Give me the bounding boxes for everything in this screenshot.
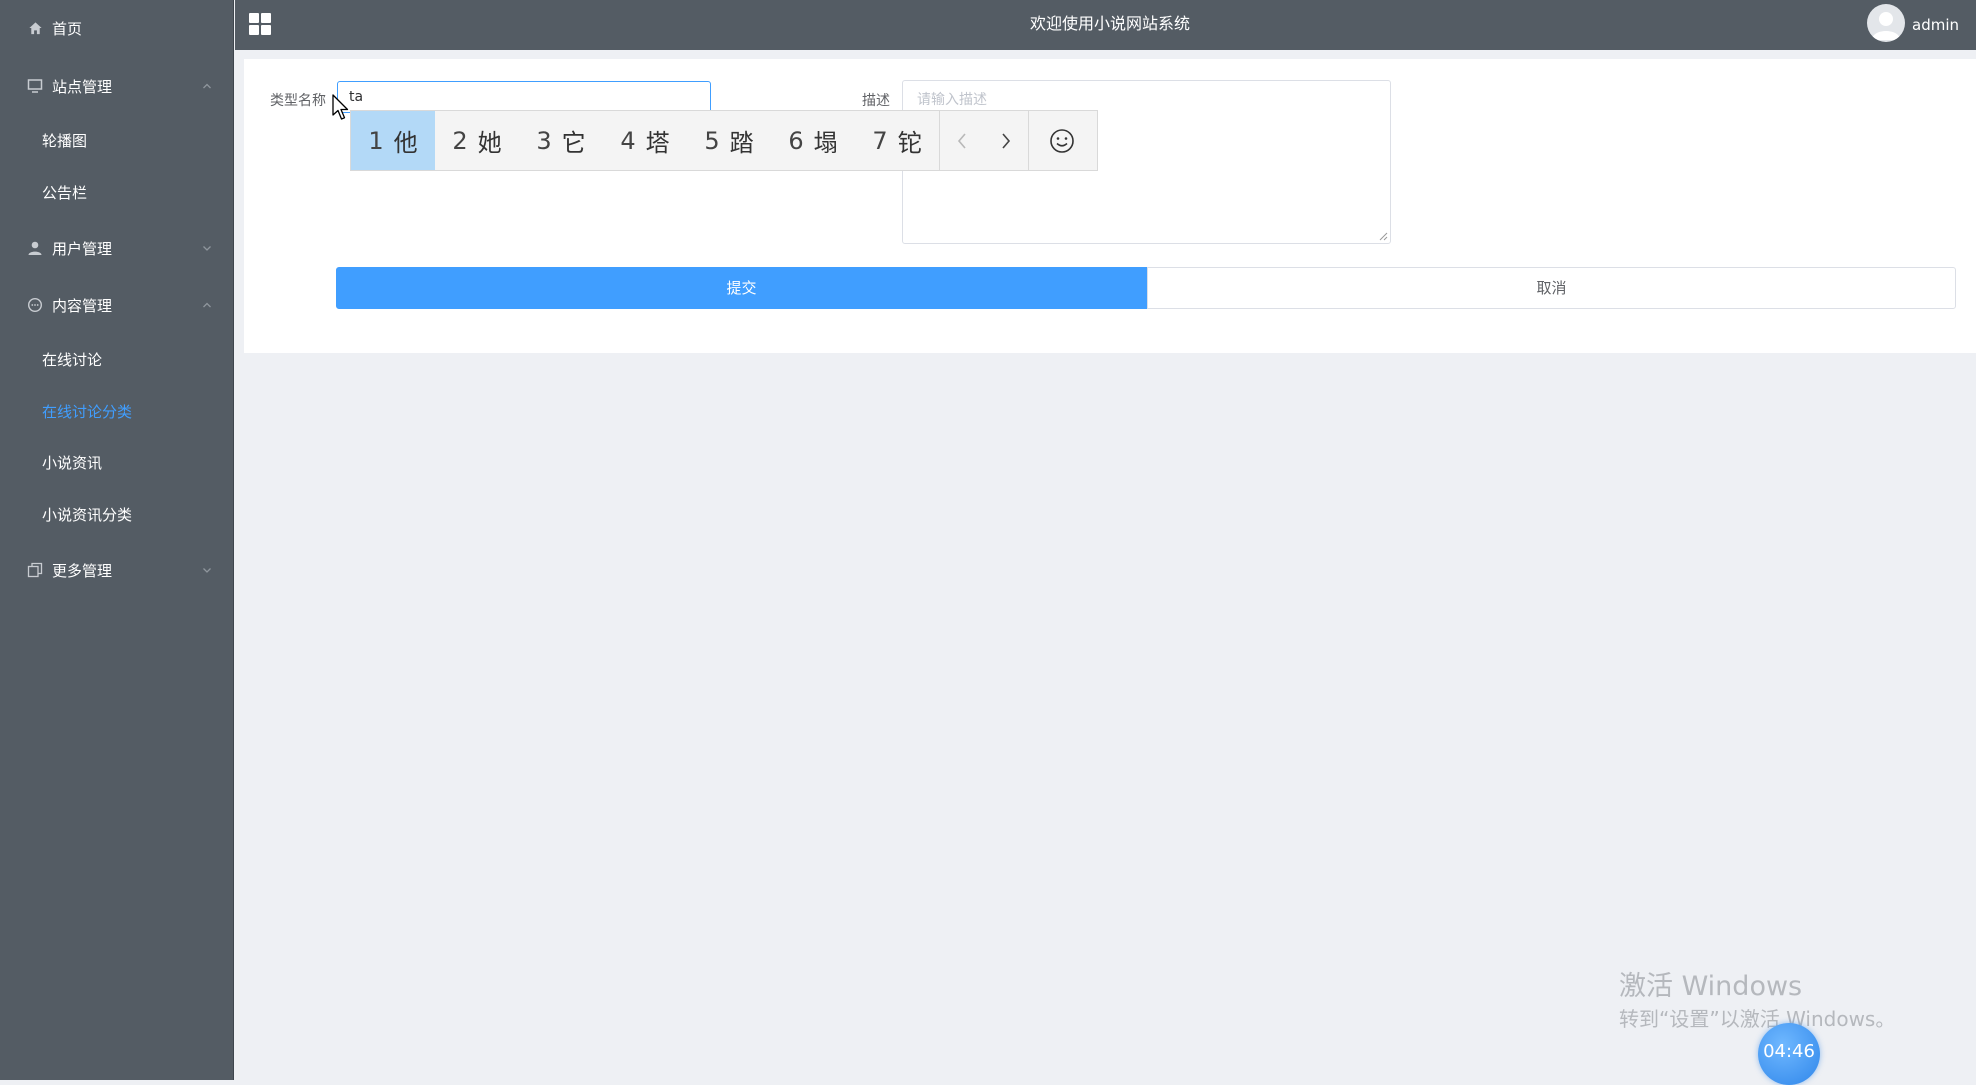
submit-button[interactable]: 提交 xyxy=(336,267,1147,309)
copy-icon xyxy=(27,562,43,578)
cancel-button[interactable]: 取消 xyxy=(1147,267,1956,309)
ime-emoji-button[interactable] xyxy=(1029,111,1095,170)
mouse-cursor-icon xyxy=(332,94,349,120)
ime-candidate[interactable]: 2 她 xyxy=(435,111,519,170)
description-label: 描述 xyxy=(862,93,890,109)
sidebar-item-label: 站点管理 xyxy=(52,77,113,96)
user-name[interactable]: admin xyxy=(1912,0,1959,50)
type-name-input[interactable]: ta xyxy=(337,81,711,113)
chat-icon xyxy=(27,297,43,313)
sidebar: 首页 站点管理 轮播图 公告栏 用户管理 内容管理 在线讨论 在线讨论分类 小说… xyxy=(0,0,234,1080)
recording-timer[interactable]: 04:46 xyxy=(1758,1023,1820,1085)
ime-candidate-bar: 1 他 2 她 3 它 4 塔 5 踏 6 塌 7 铊 xyxy=(350,110,1098,171)
sidebar-item-notice[interactable]: 公告栏 xyxy=(0,167,234,217)
sidebar-item-carousel[interactable]: 轮播图 xyxy=(0,115,234,165)
ime-candidate-char: 她 xyxy=(477,129,502,157)
ime-candidate-number: 6 xyxy=(788,126,804,155)
ime-candidate-char: 踏 xyxy=(729,129,754,157)
menu-grid-icon[interactable] xyxy=(249,13,271,35)
sidebar-item-more-mgmt[interactable]: 更多管理 xyxy=(0,544,234,596)
sidebar-item-content-mgmt[interactable]: 内容管理 xyxy=(0,279,234,331)
ime-candidate[interactable]: 1 他 xyxy=(351,111,435,170)
sidebar-item-label: 小说资讯 xyxy=(42,453,103,472)
ime-candidate-number: 1 xyxy=(368,126,384,155)
ime-candidate[interactable]: 3 它 xyxy=(519,111,603,170)
page-title: 欢迎使用小说网站系统 xyxy=(1029,14,1190,33)
ime-candidate-char: 它 xyxy=(561,129,586,157)
ime-candidate-char: 铊 xyxy=(897,129,922,157)
chevron-down-icon xyxy=(203,246,211,251)
ime-candidate-number: 7 xyxy=(872,126,888,155)
sidebar-item-label: 公告栏 xyxy=(42,183,88,202)
sidebar-item-news-category[interactable]: 小说资讯分类 xyxy=(0,489,234,539)
sidebar-item-site-mgmt[interactable]: 站点管理 xyxy=(0,60,234,112)
resize-handle-icon[interactable] xyxy=(1378,231,1388,241)
ime-candidate[interactable]: 4 塔 xyxy=(603,111,687,170)
chevron-up-icon xyxy=(203,302,211,308)
avatar[interactable] xyxy=(1867,4,1905,42)
chevron-left-icon xyxy=(957,132,966,149)
ime-candidate-number: 2 xyxy=(452,126,468,155)
ime-candidate-char: 塌 xyxy=(813,129,838,157)
sidebar-item-label: 内容管理 xyxy=(52,296,113,315)
sidebar-item-label: 更多管理 xyxy=(52,561,113,580)
ime-candidate-char: 塔 xyxy=(645,129,670,157)
sidebar-item-user-mgmt[interactable]: 用户管理 xyxy=(0,222,234,274)
user-icon xyxy=(27,240,43,256)
ime-prev-button[interactable] xyxy=(940,111,984,170)
sidebar-item-label: 轮播图 xyxy=(42,131,88,150)
sidebar-item-home[interactable]: 首页 xyxy=(0,2,234,54)
chevron-down-icon xyxy=(203,568,211,573)
ime-candidate[interactable]: 6 塌 xyxy=(771,111,855,170)
ime-candidate-char: 他 xyxy=(393,129,418,157)
ime-candidate[interactable]: 5 踏 xyxy=(687,111,771,170)
sidebar-item-label: 用户管理 xyxy=(52,239,113,258)
ime-candidate-number: 4 xyxy=(620,126,636,155)
home-icon xyxy=(27,20,43,36)
description-placeholder: 请输入描述 xyxy=(917,92,987,108)
smiley-icon xyxy=(1050,128,1074,153)
ime-candidate-number: 5 xyxy=(704,126,720,155)
chevron-up-icon xyxy=(203,83,211,89)
sidebar-item-forum-category[interactable]: 在线讨论分类 xyxy=(0,386,234,436)
sidebar-item-label: 首页 xyxy=(52,19,83,38)
chevron-right-icon xyxy=(1002,132,1011,149)
sidebar-item-label: 小说资讯分类 xyxy=(42,505,133,524)
sidebar-item-news[interactable]: 小说资讯 xyxy=(0,437,234,487)
monitor-icon xyxy=(27,78,43,94)
sidebar-item-forum[interactable]: 在线讨论 xyxy=(0,334,234,384)
activation-watermark-subtitle: 转到“设置”以激活 Windows。 xyxy=(1619,1007,1896,1031)
activation-watermark-title: 激活 Windows xyxy=(1619,971,1803,1002)
ime-candidate-number: 3 xyxy=(536,126,552,155)
sidebar-item-label: 在线讨论分类 xyxy=(42,402,133,421)
sidebar-item-label: 在线讨论 xyxy=(42,350,103,369)
type-name-label: 类型名称 xyxy=(270,93,326,109)
ime-candidate[interactable]: 7 铊 xyxy=(855,111,939,170)
ime-next-button[interactable] xyxy=(984,111,1028,170)
